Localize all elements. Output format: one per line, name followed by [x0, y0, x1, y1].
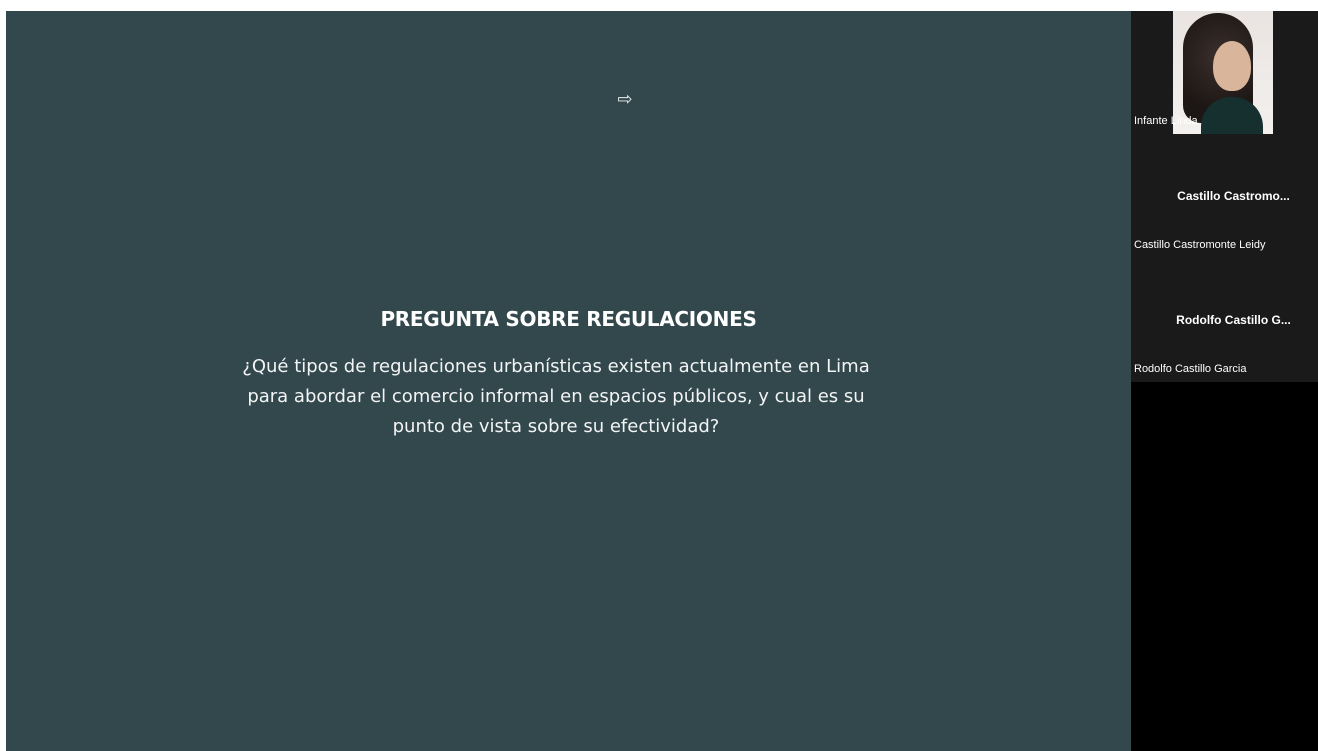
participant-tile-infante-linda[interactable]: Infante Linda	[1131, 11, 1318, 134]
shared-slide: ⇨ PREGUNTA SOBRE REGULACIONES ¿Qué tipos…	[6, 11, 1131, 751]
participants-panel: Infante Linda Castillo Castromo... Casti…	[1131, 11, 1318, 751]
meeting-screen: ⇨ PREGUNTA SOBRE REGULACIONES ¿Qué tipos…	[0, 0, 1318, 751]
question-line-2: para abordar el comercio informal en esp…	[247, 386, 865, 407]
slide-question: ¿Qué tipos de regulaciones urbanísticas …	[236, 352, 876, 442]
slide-title: PREGUNTA SOBRE REGULACIONES	[380, 307, 757, 331]
participant-name-label: Rodolfo Castillo Garcia	[1134, 363, 1247, 375]
participant-name-label: Castillo Castromonte Leidy	[1134, 239, 1266, 251]
participant-display-name: Rodolfo Castillo G...	[1176, 313, 1291, 327]
participant-display-name: Castillo Castromo...	[1177, 189, 1290, 203]
participant-name-label: Infante Linda	[1134, 115, 1198, 127]
participant-tile-rodolfo-castillo[interactable]: Rodolfo Castillo G... Rodolfo Castillo G…	[1131, 258, 1318, 382]
arrow-cursor-icon: ⇨	[617, 89, 633, 110]
participant-tile-castillo-castromonte[interactable]: Castillo Castromo... Castillo Castromont…	[1131, 134, 1318, 258]
question-line-1: ¿Qué tipos de regulaciones urbanísticas …	[242, 356, 870, 377]
question-line-3: punto de vista sobre su efectividad?	[392, 416, 720, 437]
